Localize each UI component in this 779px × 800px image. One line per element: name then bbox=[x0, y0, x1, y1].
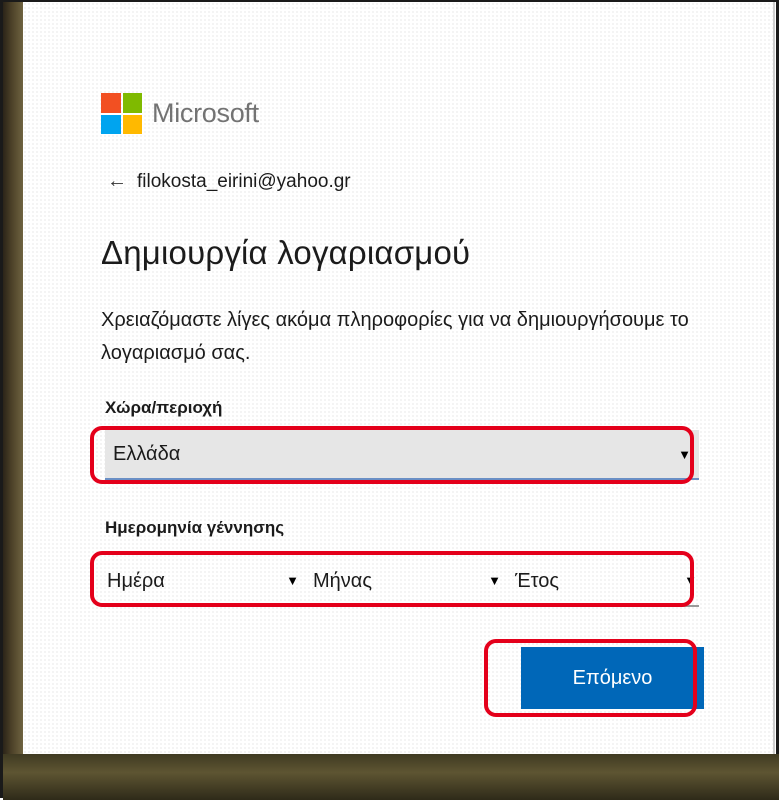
page-title: Δημιουργία λογαριασμού bbox=[101, 234, 471, 271]
background-left-edge bbox=[3, 2, 23, 800]
microsoft-logo: Microsoft bbox=[101, 93, 259, 134]
account-email: filokosta_eirini@yahoo.gr bbox=[137, 170, 351, 192]
back-link[interactable]: ← filokosta_eirini@yahoo.gr bbox=[107, 170, 351, 193]
page-description: Χρειαζόμαστε λίγες ακόμα πληροφορίες για… bbox=[101, 309, 689, 364]
country-value: Ελλάδα bbox=[113, 442, 181, 465]
birth-year-select[interactable]: Έτος ▼ bbox=[509, 557, 699, 605]
dropdown-arrow-icon: ▼ bbox=[684, 573, 697, 588]
screenshot-frame: Microsoft ← filokosta_eirini@yahoo.gr Δη… bbox=[0, 0, 779, 800]
next-button[interactable]: Επόμενο bbox=[521, 647, 704, 709]
microsoft-logo-icon bbox=[101, 93, 142, 134]
country-select[interactable]: Ελλάδα ▼ bbox=[105, 430, 699, 480]
country-label: Χώρα/περιοχή bbox=[105, 398, 223, 417]
dropdown-arrow-icon: ▼ bbox=[286, 573, 299, 588]
birth-day-select[interactable]: Ημέρα ▼ bbox=[105, 557, 301, 605]
birth-day-value: Ημέρα bbox=[107, 569, 165, 592]
back-arrow-icon[interactable]: ← bbox=[107, 170, 127, 193]
birth-year-value: Έτος bbox=[515, 569, 560, 592]
birth-month-select[interactable]: Μήνας ▼ bbox=[307, 557, 503, 605]
birthdate-label: Ημερομηνία γέννησης bbox=[105, 518, 285, 537]
birth-month-value: Μήνας bbox=[313, 569, 372, 592]
birthdate-row: Ημέρα ▼ Μήνας ▼ Έτος ▼ bbox=[105, 557, 699, 607]
background-bottom-edge bbox=[3, 754, 779, 800]
signup-card: Microsoft ← filokosta_eirini@yahoo.gr Δη… bbox=[23, 2, 775, 754]
brand-name: Microsoft bbox=[152, 98, 259, 128]
dropdown-arrow-icon: ▼ bbox=[678, 447, 691, 462]
dropdown-arrow-icon: ▼ bbox=[488, 573, 501, 588]
